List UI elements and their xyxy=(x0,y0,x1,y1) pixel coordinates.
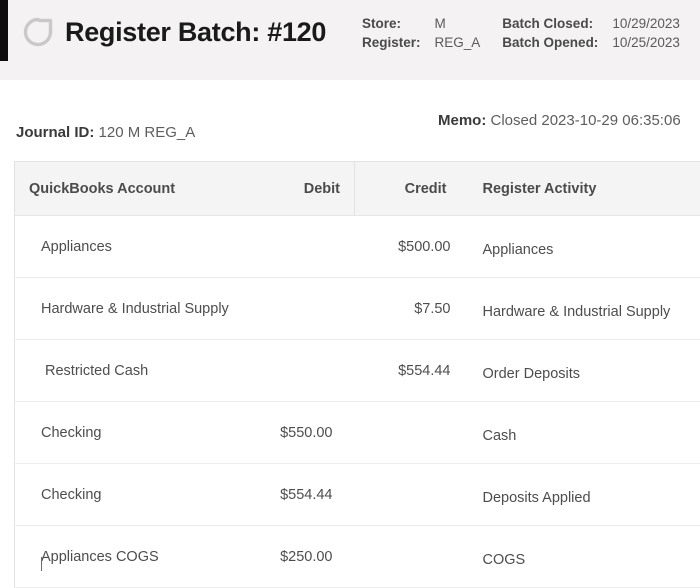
cell-quickbooks-account: Checking xyxy=(15,464,243,526)
cell-quickbooks-account-text: Hardware & Industrial Supply xyxy=(41,301,229,317)
cell-register-activity-text: Order Deposits xyxy=(483,366,581,382)
cell-credit xyxy=(355,464,461,526)
cell-debit xyxy=(243,340,355,402)
cell-quickbooks-account: Hardware & Industrial Supply xyxy=(15,278,243,340)
table-row[interactable]: Appliances COGS $250.00 COGS xyxy=(15,526,700,588)
cell-quickbooks-account-text: Restricted Cash xyxy=(41,363,148,379)
cell-register-activity: Order Deposits xyxy=(461,340,700,402)
column-header-debit[interactable]: Debit xyxy=(243,162,355,216)
batch-closed-value: 10/29/2023 xyxy=(612,16,680,31)
batch-meta: Store: M Batch Closed: 10/29/2023 Regist… xyxy=(362,16,680,50)
cell-debit: $550.00 xyxy=(243,402,355,464)
cell-register-activity: Hardware & Industrial Supply xyxy=(461,278,700,340)
cell-register-activity: COGS xyxy=(461,526,700,588)
cell-debit-text: $250.00 xyxy=(280,549,332,565)
memo: Memo: Closed 2023-10-29 06:35:06 xyxy=(438,112,681,129)
column-header-register-activity[interactable]: Register Activity xyxy=(461,162,700,216)
table-header-row: QuickBooks Account Debit Credit Register… xyxy=(15,162,700,216)
cell-register-activity-text: Deposits Applied xyxy=(483,490,591,506)
register-label: Register: xyxy=(362,35,435,50)
table-row[interactable]: Restricted Cash $554.44 Order Deposits xyxy=(15,340,700,402)
cell-credit-text: $500.00 xyxy=(398,239,450,255)
memo-label: Memo: xyxy=(438,112,486,129)
journal-id-label: Journal ID: xyxy=(16,124,94,141)
cell-credit: $500.00 xyxy=(355,216,461,278)
column-header-quickbooks-account[interactable]: QuickBooks Account xyxy=(15,162,243,216)
cell-quickbooks-account-text: Appliances COGS xyxy=(41,549,159,565)
refresh-icon[interactable] xyxy=(18,12,58,52)
table-row[interactable]: Hardware & Industrial Supply $7.50 Hardwar… xyxy=(15,278,700,340)
cell-register-activity: Deposits Applied xyxy=(461,464,700,526)
cell-quickbooks-account: Appliances xyxy=(15,216,243,278)
cell-debit-text: $550.00 xyxy=(280,425,332,441)
store-label: Store: xyxy=(362,16,435,31)
cell-quickbooks-account-text: Appliances xyxy=(41,239,112,255)
left-accent-bar xyxy=(0,0,8,61)
cell-credit: $7.50 xyxy=(355,278,461,340)
journal-id-value: 120 M REG_A xyxy=(99,124,196,141)
cell-credit: $554.44 xyxy=(355,340,461,402)
cell-credit-text: $7.50 xyxy=(414,301,450,317)
page-title: Register Batch: #120 xyxy=(65,17,326,48)
cell-debit xyxy=(243,278,355,340)
cell-debit xyxy=(243,216,355,278)
cell-register-activity-text: Cash xyxy=(483,428,517,444)
table-body: Appliances $500.00 Appliances Hardware & In… xyxy=(15,216,700,588)
cell-register-activity: Appliances xyxy=(461,216,700,278)
cell-debit-text: $554.44 xyxy=(280,487,332,503)
register-value: REG_A xyxy=(435,35,503,50)
cell-credit xyxy=(355,402,461,464)
cell-quickbooks-account: Appliances COGS xyxy=(15,526,243,588)
cell-register-activity-text: COGS xyxy=(483,552,526,568)
cell-quickbooks-account-text: Checking xyxy=(41,425,101,441)
cell-register-activity-text: Appliances xyxy=(483,242,554,258)
cell-quickbooks-account: Restricted Cash xyxy=(15,340,243,402)
table-row[interactable]: Appliances $500.00 Appliances xyxy=(15,216,700,278)
page-header: Register Batch: #120 Store: M Batch Clos… xyxy=(0,0,700,80)
batch-opened-value: 10/25/2023 xyxy=(612,35,680,50)
cell-register-activity-text: Hardware & Industrial Supply xyxy=(483,304,671,320)
cell-debit: $250.00 xyxy=(243,526,355,588)
column-header-credit[interactable]: Credit xyxy=(355,162,461,216)
text-cursor-caret xyxy=(41,557,42,571)
cell-quickbooks-account-text: Checking xyxy=(41,487,101,503)
table-row[interactable]: Checking $550.00 Cash xyxy=(15,402,700,464)
cell-debit: $554.44 xyxy=(243,464,355,526)
journal-id: Journal ID: 120 M REG_A xyxy=(16,124,195,141)
cell-credit-text: $554.44 xyxy=(398,363,450,379)
table-row[interactable]: Checking $554.44 Deposits Applied xyxy=(15,464,700,526)
cell-credit xyxy=(355,526,461,588)
journal-memo-bar: Journal ID: 120 M REG_A Memo: Closed 202… xyxy=(0,112,700,154)
store-value: M xyxy=(435,16,503,31)
cell-register-activity: Cash xyxy=(461,402,700,464)
batch-closed-label: Batch Closed: xyxy=(502,16,612,31)
cell-quickbooks-account: Checking xyxy=(15,402,243,464)
journal-entry-table: QuickBooks Account Debit Credit Register… xyxy=(14,161,700,588)
memo-value: Closed 2023-10-29 06:35:06 xyxy=(491,112,681,129)
batch-opened-label: Batch Opened: xyxy=(502,35,612,50)
